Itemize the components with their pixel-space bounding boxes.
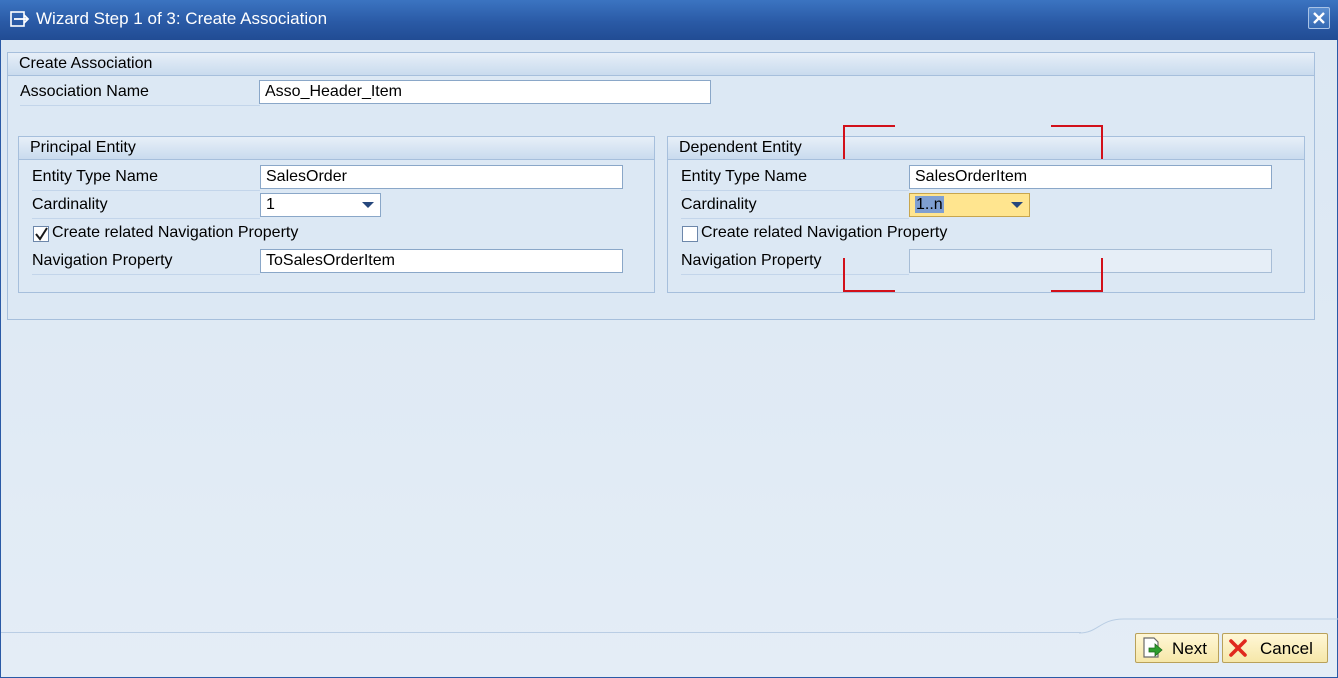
dependent-nav-checkbox-label[interactable]: Create related Navigation Property xyxy=(701,224,947,242)
group-title: Principal Entity xyxy=(30,139,136,156)
dependent-cardinality-label: Cardinality xyxy=(681,196,757,213)
dependent-entity-type-label: Entity Type Name xyxy=(681,168,807,185)
association-name-input[interactable]: Asso_Header_Item xyxy=(259,80,711,104)
principal-nav-property-input[interactable]: ToSalesOrderItem xyxy=(260,249,623,273)
dependent-cardinality-select[interactable]: 1..n xyxy=(909,193,1030,217)
annotation-corner-top-right xyxy=(1051,125,1103,159)
checkmark-icon xyxy=(35,227,48,241)
close-button[interactable] xyxy=(1308,7,1330,29)
principal-entity-group: Principal Entity Entity Type Name SalesO… xyxy=(18,136,655,293)
chevron-down-icon[interactable] xyxy=(1011,202,1023,208)
dependent-entity-type-input[interactable]: SalesOrderItem xyxy=(909,165,1272,189)
group-header: Dependent Entity xyxy=(668,137,1304,160)
next-button[interactable]: Next xyxy=(1135,633,1219,663)
principal-nav-property-label: Navigation Property xyxy=(32,252,173,269)
principal-entity-type-label: Entity Type Name xyxy=(32,168,158,185)
close-icon xyxy=(1313,12,1325,24)
chevron-down-icon[interactable] xyxy=(362,202,374,208)
wizard-icon xyxy=(10,11,30,27)
cancel-button-label: Cancel xyxy=(1260,639,1313,658)
cardinality-value: 1 xyxy=(266,196,275,213)
annotation-corner-bottom-left xyxy=(843,258,895,292)
principal-nav-checkbox-label[interactable]: Create related Navigation Property xyxy=(52,224,298,242)
principal-cardinality-select[interactable]: 1 xyxy=(260,193,381,217)
cancel-icon xyxy=(1229,639,1247,657)
cancel-button[interactable]: Cancel xyxy=(1222,633,1328,663)
cardinality-value: 1..n xyxy=(915,196,944,213)
wizard-content: Create Association Association Name Asso… xyxy=(0,40,1338,678)
annotation-corner-top-left xyxy=(843,125,895,159)
window-title: Wizard Step 1 of 3: Create Association xyxy=(36,9,328,28)
principal-entity-type-input[interactable]: SalesOrder xyxy=(260,165,623,189)
footer-curve xyxy=(1079,618,1338,634)
window-title-bar: Wizard Step 1 of 3: Create Association xyxy=(0,0,1338,40)
group-header: Principal Entity xyxy=(19,137,654,160)
dependent-nav-checkbox[interactable] xyxy=(682,226,698,242)
principal-nav-checkbox[interactable] xyxy=(33,226,49,242)
group-header: Create Association xyxy=(8,53,1314,76)
next-button-label: Next xyxy=(1172,639,1207,658)
next-page-icon xyxy=(1143,637,1163,658)
annotation-corner-bottom-right xyxy=(1051,258,1103,292)
group-title: Dependent Entity xyxy=(679,139,802,156)
principal-cardinality-label: Cardinality xyxy=(32,196,108,213)
footer-divider xyxy=(1,632,1081,633)
association-name-label: Association Name xyxy=(20,83,149,100)
dependent-entity-group: Dependent Entity Entity Type Name SalesO… xyxy=(667,136,1305,293)
create-association-group: Create Association Association Name Asso… xyxy=(7,52,1315,320)
dependent-nav-property-label: Navigation Property xyxy=(681,252,822,269)
group-title: Create Association xyxy=(19,55,153,72)
